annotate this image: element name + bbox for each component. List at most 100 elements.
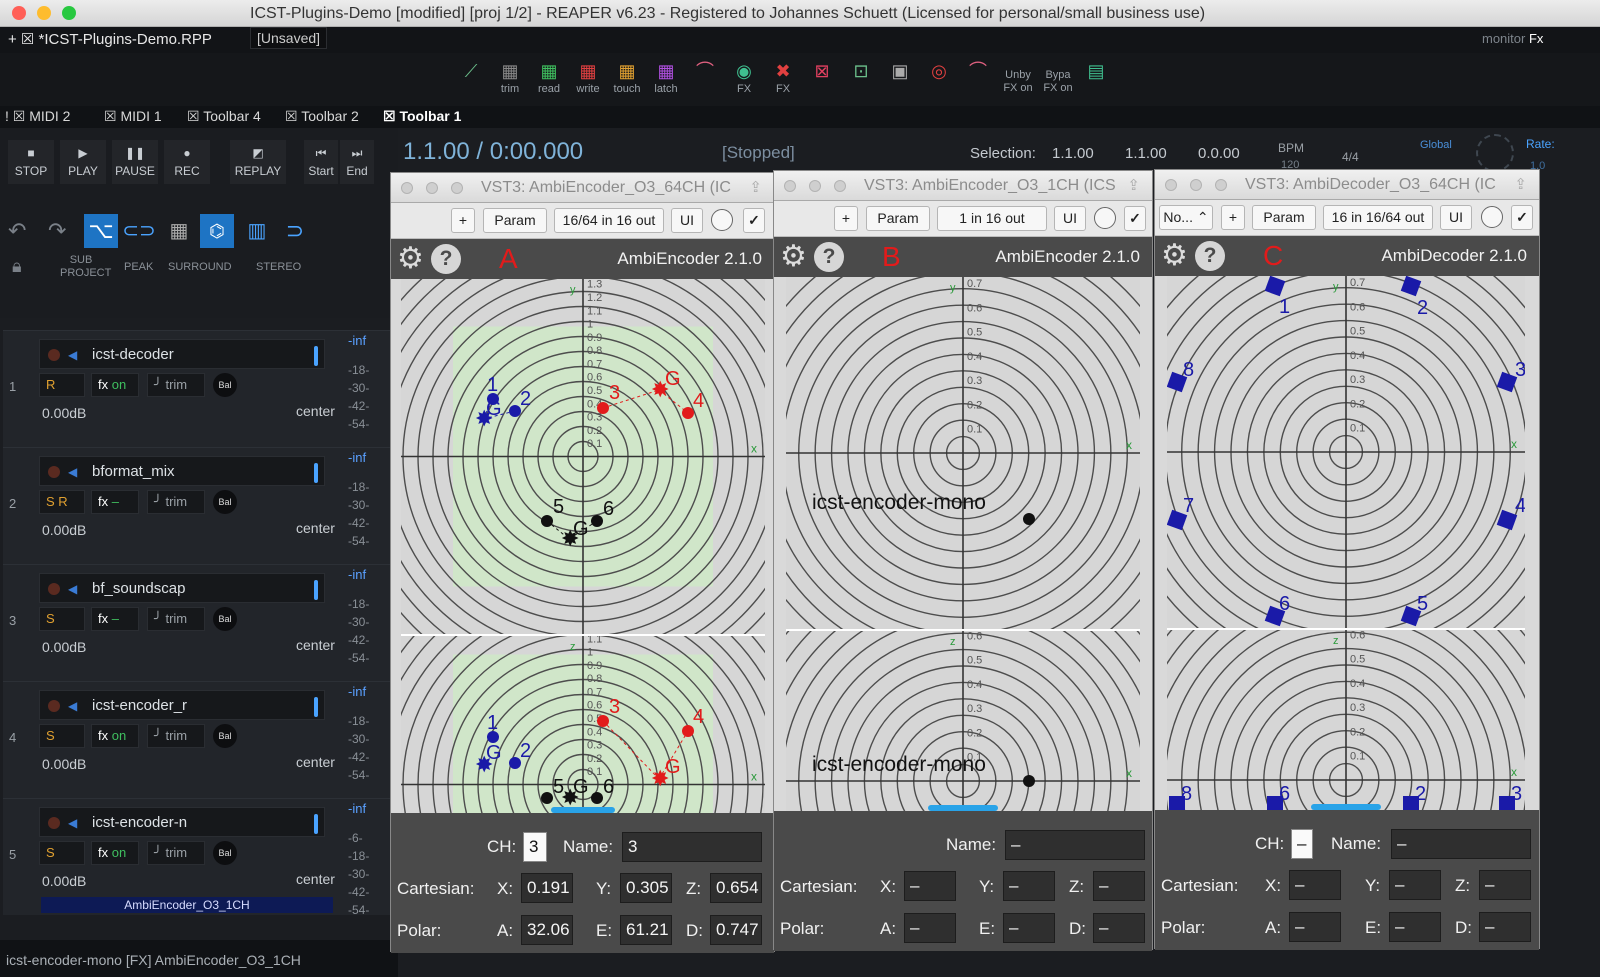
track-5[interactable]: 5 ◀ icst-encoder-n Sfx on ╯ trim Bal 0.00dB cen… [3, 798, 403, 917]
fx-button[interactable]: fx – [91, 607, 139, 631]
add-fx-button[interactable]: + [451, 208, 475, 233]
undo-icon[interactable]: ↶ [8, 218, 26, 244]
help-icon[interactable]: ? [1195, 241, 1225, 271]
go-start-button[interactable]: ⏮ Start [304, 140, 338, 184]
y-field[interactable]: 0.305 [620, 873, 672, 903]
balance-knob[interactable]: Bal [213, 607, 237, 631]
record-arm-button[interactable] [48, 817, 60, 829]
go-end-button[interactable]: ⏭ End [340, 140, 374, 184]
wet-knob-icon[interactable] [1481, 206, 1503, 228]
project-tab[interactable]: + ☒ *ICST-Plugins-Demo.RPP [8, 30, 212, 48]
balance-knob[interactable]: Bal [213, 841, 237, 865]
preset-select[interactable]: No... ⌃ [1159, 205, 1213, 230]
track-name[interactable]: icst-decoder [92, 346, 174, 363]
trim-button[interactable]: ╯ trim [147, 373, 205, 397]
grid-tool-icon[interactable]: ▣ [884, 59, 916, 101]
track-name-box[interactable]: ◀ icst-encoder_r [39, 690, 325, 720]
ch-field[interactable]: – [1291, 829, 1313, 859]
balance-knob[interactable]: Bal [213, 373, 237, 397]
io-routing-button[interactable]: 1 in 16 out [937, 206, 1047, 231]
zoom-window-button[interactable] [62, 6, 76, 20]
encoder-display[interactable]: 1.3 1.2 1.1 1 0.9 0.8 0.7 0.6 0.5 0.4 0.3 0.2 0.1 y x ✸… [401, 279, 765, 813]
volume-fader[interactable] [314, 580, 318, 600]
elevation-field[interactable]: 61.21 [620, 915, 672, 945]
mute-solo-button[interactable]: S R [39, 490, 85, 514]
lock-icon[interactable]: 🔒︎ [12, 256, 22, 277]
tab-toolbar-1[interactable]: ☒ Toolbar 1 [383, 108, 461, 125]
track-name-box[interactable]: ◀ bformat_mix [39, 456, 325, 486]
write-button[interactable]: ▦ write [572, 59, 604, 101]
x-field[interactable]: 0.191 [521, 873, 573, 903]
global-label[interactable]: Global [1420, 139, 1452, 151]
zoom-icon[interactable] [834, 180, 846, 192]
loop-icon[interactable]: ⊃ [278, 214, 312, 248]
distance-field[interactable]: – [1093, 913, 1145, 943]
ui-button[interactable]: UI [671, 208, 703, 233]
decoder-display[interactable]: 0.90.80.70.60.50.40.30.20.1yx123456780.9… [1167, 276, 1525, 810]
touch-button[interactable]: ▦ touch [611, 59, 643, 101]
decoder-plot[interactable]: 0.90.80.70.60.50.40.30.20.1yx123456780.9… [1167, 276, 1525, 810]
zoom-icon[interactable] [451, 182, 463, 194]
volume-fader[interactable] [314, 697, 318, 717]
unbypass-fx-button[interactable]: Unby FX on [1000, 59, 1036, 101]
envelope-icon[interactable]: ⟋ [455, 59, 487, 101]
rate-knob-icon[interactable] [1476, 134, 1514, 172]
envelope-curve-icon[interactable]: ⌒ [962, 59, 994, 101]
pin-icon[interactable]: ⇪ [1127, 176, 1140, 194]
fx-button[interactable]: fx on [91, 724, 139, 748]
replay-button[interactable]: ◩ REPLAY [230, 140, 286, 184]
param-button[interactable]: Param [866, 206, 930, 231]
mixer-layout-icon[interactable]: ▤ [1080, 59, 1112, 101]
z-field[interactable]: – [1093, 871, 1145, 901]
wet-knob-icon[interactable] [711, 209, 733, 231]
selection-end[interactable]: 1.1.00 [1125, 145, 1167, 162]
track-name[interactable]: icst-encoder-n [92, 814, 187, 831]
y-field[interactable]: – [1389, 870, 1441, 900]
gear-icon[interactable]: ⚙ [1161, 238, 1188, 273]
close-icon[interactable] [784, 180, 796, 192]
io-routing-button[interactable]: 16/64 in 16 out [554, 208, 664, 233]
ui-button[interactable]: UI [1054, 206, 1086, 231]
stop-button[interactable]: ■ STOP [8, 140, 54, 184]
monitor-fx-label[interactable]: monitor Fx [1482, 31, 1543, 46]
pause-button[interactable]: ❚❚ PAUSE [112, 140, 158, 184]
zoom-icon[interactable] [1215, 179, 1227, 191]
enable-checkbox[interactable]: ✓ [1511, 205, 1533, 230]
selection-length[interactable]: 0.0.00 [1198, 145, 1240, 162]
fx-button[interactable]: fx – [91, 490, 139, 514]
trim-button[interactable]: ╯ trim [147, 724, 205, 748]
track-1[interactable]: 1 ◀ icst-decoder Rfx on ╯ trim Bal 0.00dB cente… [3, 330, 403, 447]
enable-checkbox[interactable]: ✓ [1124, 206, 1146, 231]
fx-button[interactable]: fx on [91, 373, 139, 397]
trim-button[interactable]: ▦ trim [494, 59, 526, 101]
track-2[interactable]: 2 ◀ bformat_mix S Rfx – ╯ trim Bal 0.00dB cente… [3, 447, 403, 564]
track-name-box[interactable]: ◀ icst-decoder [39, 339, 325, 369]
record-arm-button[interactable] [48, 466, 60, 478]
azimuth-field[interactable]: – [904, 913, 956, 943]
help-icon[interactable]: ? [431, 244, 461, 274]
track-name-box[interactable]: ◀ icst-encoder-n [39, 807, 325, 837]
balance-knob[interactable]: Bal [213, 490, 237, 514]
minimize-icon[interactable] [426, 182, 438, 194]
record-arm-button[interactable] [48, 583, 60, 595]
speaker-icon[interactable]: ◀ [68, 348, 77, 362]
pin-icon[interactable]: ⇪ [749, 178, 762, 196]
param-button[interactable]: Param [483, 208, 547, 233]
trim-button[interactable]: ╯ trim [147, 841, 205, 865]
z-field[interactable]: 0.654 [710, 873, 762, 903]
mute-solo-button[interactable]: S [39, 724, 85, 748]
remove-envelope-icon[interactable]: ⊠ [806, 59, 838, 101]
x-field[interactable]: – [1289, 870, 1341, 900]
distance-field[interactable]: 0.747 [710, 915, 762, 945]
envelope-mode-icon[interactable]: ⊡ [845, 59, 877, 101]
tab-midi-1[interactable]: ☒ MIDI 1 [104, 108, 162, 125]
record-arm-button[interactable] [48, 349, 60, 361]
speaker-icon[interactable]: ◀ [68, 582, 77, 596]
minimize-icon[interactable] [809, 180, 821, 192]
minimize-icon[interactable] [1190, 179, 1202, 191]
volume-fader[interactable] [314, 814, 318, 834]
gear-icon[interactable]: ⚙ [397, 241, 424, 276]
mute-solo-button[interactable]: R [39, 373, 85, 397]
tab-midi-2[interactable]: ! ☒ MIDI 2 [5, 108, 70, 125]
time-signature[interactable]: 4/4 [1342, 150, 1359, 164]
